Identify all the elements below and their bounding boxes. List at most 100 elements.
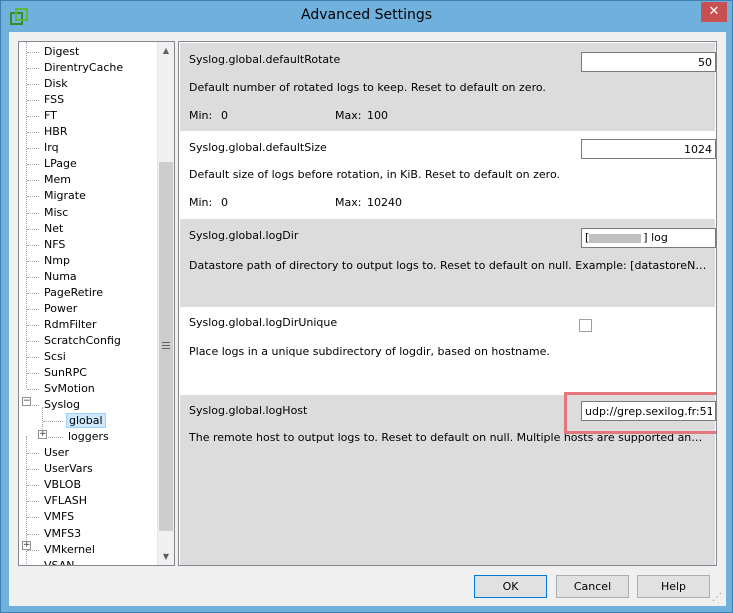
tree-item-label: Migrate xyxy=(44,189,86,203)
tree-item-nfs[interactable]: NFS xyxy=(42,237,67,253)
tree-item-global[interactable]: global xyxy=(66,413,106,429)
scroll-up-arrow[interactable]: ▲ xyxy=(158,42,174,59)
tree-item-nmp[interactable]: Nmp xyxy=(42,253,72,269)
tree-item-vmfs[interactable]: VMFS xyxy=(42,509,76,525)
tree-item-fss[interactable]: FSS xyxy=(42,92,66,108)
tree-item-label: Scsi xyxy=(44,349,66,363)
tree-connector xyxy=(27,292,39,294)
tree-connector xyxy=(27,116,39,118)
tree-item-rdmfilter[interactable]: RdmFilter xyxy=(42,317,99,333)
tree-connector xyxy=(27,389,39,391)
tree-connector xyxy=(27,308,39,310)
default-size-input[interactable] xyxy=(581,139,716,159)
syslog-expander[interactable]: − xyxy=(22,397,31,406)
tree-item-loggers[interactable]: loggers xyxy=(66,429,111,445)
tree-item-label: LPage xyxy=(44,157,77,171)
default-rotate-input[interactable] xyxy=(581,52,716,72)
tree-item-pageretire[interactable]: PageRetire xyxy=(42,285,105,301)
setting-description: Default size of logs before rotation, in… xyxy=(189,168,560,181)
setting-description: Place logs in a unique subdirectory of l… xyxy=(189,345,550,358)
tree-item-lpage[interactable]: LPage xyxy=(42,156,79,172)
tree-item-label: Disk xyxy=(44,77,68,91)
tree-item-user[interactable]: User xyxy=(42,445,71,461)
setting-name: Syslog.global.logDir xyxy=(189,229,299,242)
log-dir-unique-checkbox[interactable] xyxy=(579,319,592,332)
min-value: 0 xyxy=(221,109,228,122)
tree-item-label: Nmp xyxy=(44,253,70,267)
tree-item-hbr[interactable]: HBR xyxy=(42,124,69,140)
tree-connector xyxy=(27,276,39,278)
max-label: Max: xyxy=(335,196,362,209)
tree-item-label: VMkernel xyxy=(44,542,95,556)
scroll-down-arrow[interactable]: ▼ xyxy=(158,548,174,565)
loggers-expander[interactable]: + xyxy=(38,430,47,439)
tree-connector xyxy=(27,52,39,53)
tree-item-vsan[interactable]: VSAN xyxy=(42,558,76,565)
window-title: Advanced Settings xyxy=(300,7,433,23)
tree-item-label: FT xyxy=(44,109,57,123)
tree-item-uservars[interactable]: UserVars xyxy=(42,461,95,477)
tree-item-label: loggers xyxy=(68,430,109,444)
scroll-thumb[interactable] xyxy=(159,162,173,531)
tree-item-scsi[interactable]: Scsi xyxy=(42,349,68,365)
tree-line xyxy=(26,42,27,388)
tree-item-label: global xyxy=(66,413,106,429)
tree-item-label: Power xyxy=(44,301,78,315)
tree-scrollbar[interactable]: ▲ ▼ xyxy=(157,42,174,565)
tree-item-label: SvMotion xyxy=(44,382,95,396)
tree-item-syslog[interactable]: Syslog xyxy=(42,397,82,413)
tree-item-vmfs3[interactable]: VMFS3 xyxy=(42,526,83,542)
cancel-button[interactable]: Cancel xyxy=(556,575,629,598)
max-value: 100 xyxy=(367,109,388,122)
setting-name: Syslog.global.logDirUnique xyxy=(189,316,338,329)
tree-item-label: NFS xyxy=(44,237,66,251)
setting-range: Min: 0 Max: 10240 xyxy=(189,196,402,209)
tree-item-vblob[interactable]: VBLOB xyxy=(42,477,83,493)
tree-item-mem[interactable]: Mem xyxy=(42,172,73,188)
tree-item-label: Mem xyxy=(44,173,71,187)
tree-item-label: Net xyxy=(44,221,64,235)
close-button[interactable]: ✕ xyxy=(701,2,727,22)
tree-connector xyxy=(27,469,39,471)
tree-connector xyxy=(27,84,39,86)
tree-connector xyxy=(27,485,39,487)
tree-item-digest[interactable]: Digest xyxy=(42,44,81,60)
tree-item-label: Numa xyxy=(44,269,77,283)
tree-item-svmotion[interactable]: SvMotion xyxy=(42,381,97,397)
log-dir-input[interactable]: [] log xyxy=(581,228,716,248)
tree-connector xyxy=(27,533,39,535)
tree-item-disk[interactable]: Disk xyxy=(42,76,70,92)
setting-name: Syslog.global.logHost xyxy=(189,404,308,417)
tree-item-power[interactable]: Power xyxy=(42,301,79,317)
tree-item-direntrycache[interactable]: DirentryCache xyxy=(42,60,125,76)
tree-item-sunrpc[interactable]: SunRPC xyxy=(42,365,89,381)
tree-item-numa[interactable]: Numa xyxy=(42,269,79,285)
tree-item-migrate[interactable]: Migrate xyxy=(42,188,88,204)
tree-item-misc[interactable]: Misc xyxy=(42,205,70,221)
tree-item-net[interactable]: Net xyxy=(42,221,65,237)
tree-item-label: VMFS3 xyxy=(44,526,82,540)
help-button[interactable]: Help xyxy=(637,575,710,598)
ok-button[interactable]: OK xyxy=(474,575,547,598)
tree-connector xyxy=(27,100,39,102)
tree-item-scratchconfig[interactable]: ScratchConfig xyxy=(42,333,123,349)
tree-item-ft[interactable]: FT xyxy=(42,108,59,124)
tree-item-label: Syslog xyxy=(44,398,80,412)
settings-tree[interactable]: Digest DirentryCache Disk FSS FT HBR Irq LPage M… xyxy=(18,41,175,566)
tree-item-irq[interactable]: Irq xyxy=(42,140,61,156)
setting-default-size: Syslog.global.defaultSize Default size o… xyxy=(180,131,716,219)
tree-connector xyxy=(27,324,39,326)
vmkernel-expander[interactable]: + xyxy=(22,541,31,550)
setting-default-rotate: Syslog.global.defaultRotate Default numb… xyxy=(180,43,716,131)
tree-item-vmkernel[interactable]: VMkernel xyxy=(42,542,97,558)
resize-grip-icon[interactable]: ⋰ xyxy=(712,592,724,604)
tree-item-label: HBR xyxy=(44,125,68,139)
annotation-highlight-box xyxy=(564,392,716,434)
tree-connector xyxy=(27,453,39,455)
max-label: Max: xyxy=(335,109,362,122)
tree-item-label: RdmFilter xyxy=(44,317,97,331)
tree-item-label: PageRetire xyxy=(44,285,103,299)
title-bar[interactable]: Advanced Settings ✕ xyxy=(1,1,732,32)
setting-log-dir-unique: Syslog.global.logDirUnique Place logs in… xyxy=(180,307,715,395)
tree-item-vflash[interactable]: VFLASH xyxy=(42,493,89,509)
